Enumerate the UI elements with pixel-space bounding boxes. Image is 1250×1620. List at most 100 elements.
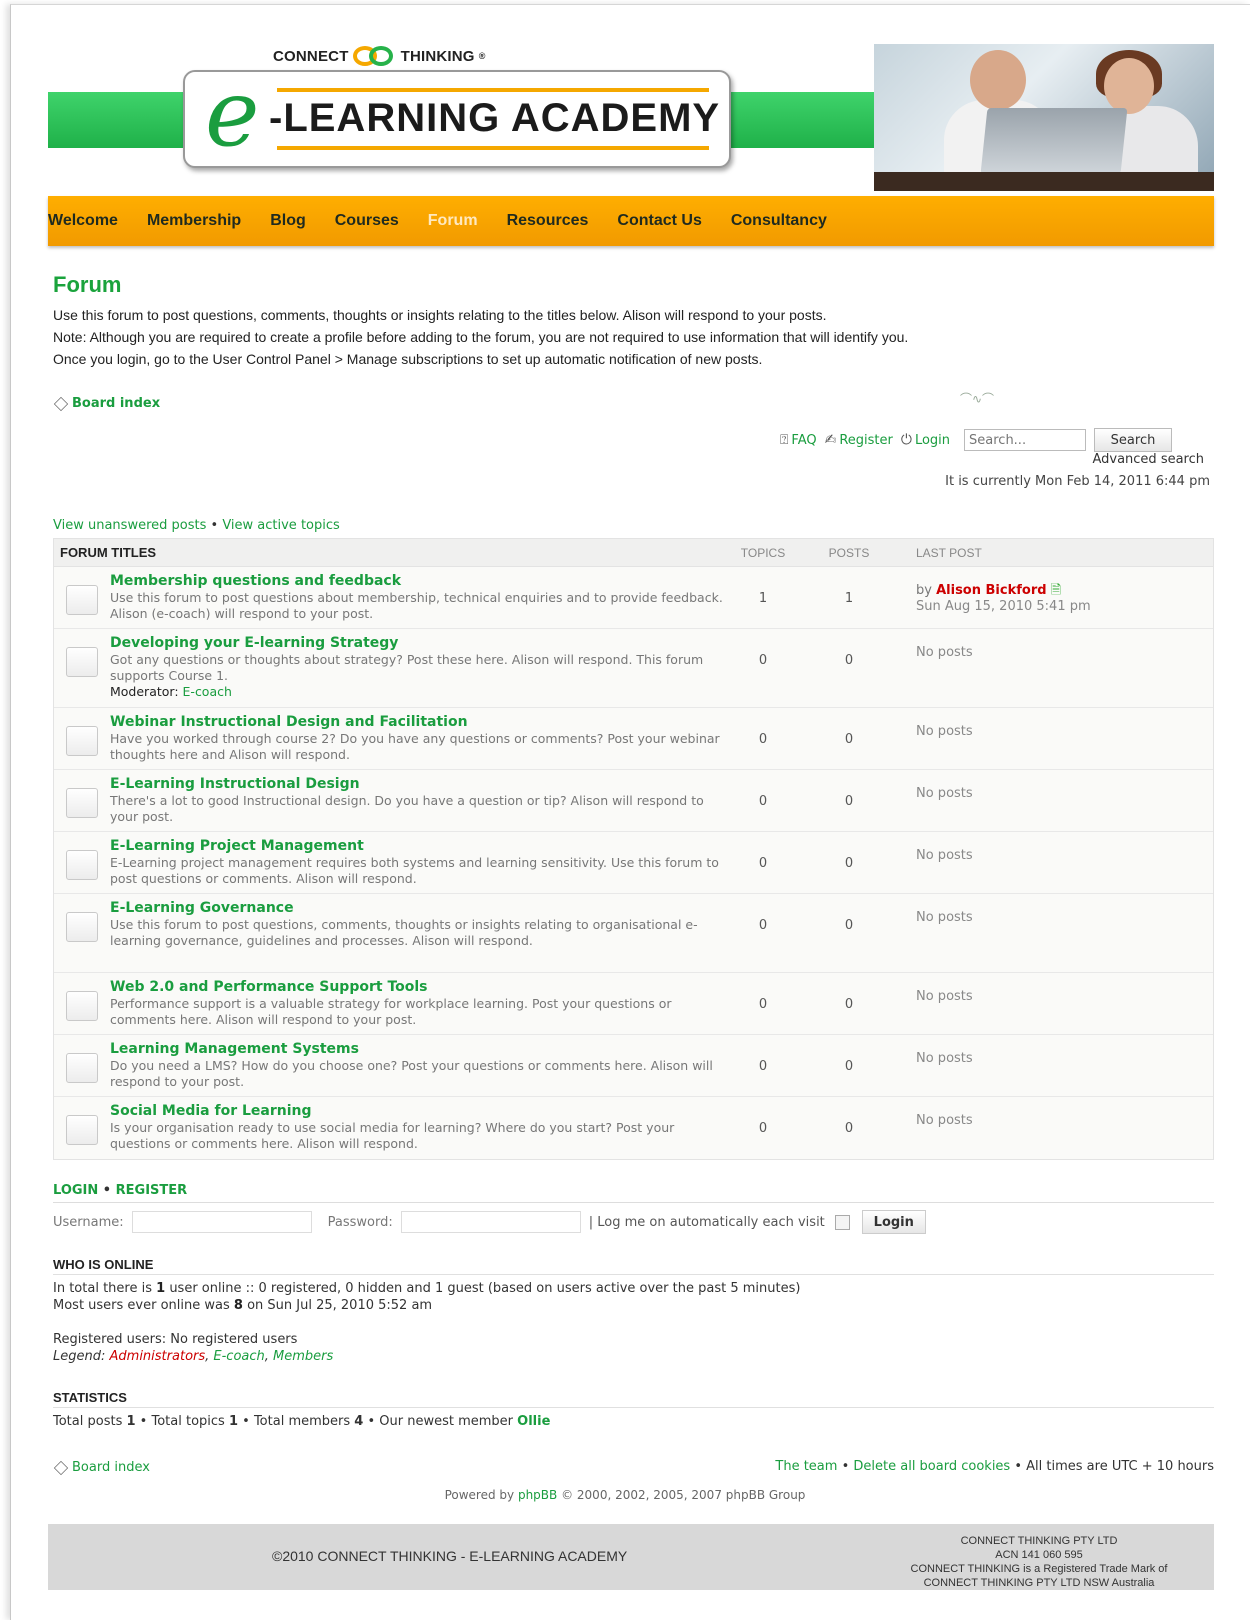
forum-last-post: No posts (916, 786, 973, 801)
forum-description: Use this forum to post questions, commen… (110, 917, 698, 948)
view-unanswered-link[interactable]: View unanswered posts (53, 518, 206, 533)
forum-last-post: by Alison Bickford 🗎 Sun Aug 15, 2010 5:… (896, 567, 1091, 628)
site-footer: ©2010 CONNECT THINKING - E-LEARNING ACAD… (48, 1524, 1214, 1590)
legend-ecoach[interactable]: E-coach (213, 1349, 264, 1364)
forum-last-post: No posts (916, 989, 973, 1004)
forum-description: Performance support is a valuable strate… (110, 996, 672, 1027)
brand-thinking: THINKING (400, 47, 475, 65)
site-logo[interactable]: e -LEARNING ACADEMY (183, 70, 731, 168)
forum-last-post: No posts (916, 724, 973, 739)
nav-blog[interactable]: Blog (270, 212, 306, 230)
search-button[interactable]: Search (1094, 428, 1173, 452)
forum-row: Webinar Instructional Design and Facilit… (54, 708, 1213, 770)
auto-login-label: | Log me on automatically each visit (588, 1214, 825, 1230)
forum-posts-count: 0 (844, 1121, 854, 1136)
username-input[interactable] (131, 1211, 312, 1233)
company-line: ACN 141 060 595 (995, 1549, 1083, 1561)
nav-membership[interactable]: Membership (147, 212, 241, 230)
legend-members[interactable]: Members (273, 1349, 333, 1364)
intro-line-3: Once you login, go to the User Control P… (53, 351, 763, 367)
forum-title-link[interactable]: Webinar Instructional Design and Facilit… (110, 714, 724, 731)
forum-last-post: No posts (916, 1113, 973, 1128)
forum-last-post: No posts (916, 910, 973, 925)
header-toplinks: ⍰ FAQ ✍ Register ⏻ Login Search (780, 428, 1173, 452)
nav-forum[interactable]: Forum (428, 212, 478, 230)
forum-description: Have you worked through course 2? Do you… (110, 731, 720, 762)
forum-title-link[interactable]: Web 2.0 and Performance Support Tools (110, 979, 724, 996)
footer-board-index-link[interactable]: Board index (53, 1460, 150, 1475)
nav-resources[interactable]: Resources (507, 212, 589, 230)
forum-topics-count: 0 (758, 794, 768, 809)
login-heading-link[interactable]: LOGIN (53, 1183, 98, 1198)
forum-posts-count: 1 (844, 591, 854, 606)
forum-title-link[interactable]: E-Learning Instructional Design (110, 776, 724, 793)
online-record-line: Most users ever online was 8 on Sun Jul … (53, 1297, 800, 1314)
header-last-post: LAST POST (916, 545, 982, 560)
forum-topics-count: 0 (758, 1059, 768, 1074)
logo-text: -LEARNING ACADEMY (269, 96, 721, 140)
auto-login-checkbox[interactable] (834, 1214, 850, 1230)
forum-last-post: No posts (916, 848, 973, 863)
login-link[interactable]: ⏻ Login (901, 432, 950, 448)
stat-members-label: Total members (253, 1414, 351, 1429)
last-post-date: Sun Aug 15, 2010 5:41 pm (916, 599, 1091, 614)
forum-title-link[interactable]: Membership questions and feedback (110, 573, 724, 590)
view-active-link[interactable]: View active topics (222, 518, 339, 533)
view-latest-post-icon[interactable]: 🗎 (1051, 583, 1061, 598)
team-link[interactable]: The team (775, 1459, 837, 1474)
legend-administrators[interactable]: Administrators (110, 1349, 206, 1364)
register-heading-link[interactable]: REGISTER (116, 1183, 188, 1198)
forum-title-link[interactable]: Developing your E-learning Strategy (110, 635, 724, 652)
forum-posts-count: 0 (844, 1059, 854, 1074)
forum-topics-count: 1 (758, 591, 768, 606)
register-link[interactable]: ✍ Register (825, 432, 893, 448)
forum-status-icon (66, 585, 98, 615)
nav-welcome[interactable]: Welcome (48, 212, 118, 230)
password-input[interactable] (400, 1211, 581, 1233)
forum-description: Do you need a LMS? How do you choose one… (110, 1058, 713, 1089)
forum-description: Use this forum to post questions about m… (110, 590, 723, 621)
company-line: CONNECT THINKING PTY LTD NSW Australia (923, 1577, 1155, 1589)
forum-title-link[interactable]: Learning Management Systems (110, 1041, 724, 1058)
search-input[interactable] (964, 429, 1087, 451)
nav-contact-us[interactable]: Contact Us (617, 212, 701, 230)
register-icon: ✍ (824, 432, 837, 448)
faq-label: FAQ (791, 432, 817, 448)
header-posts: POSTS (828, 545, 870, 560)
forum-row: E-Learning Project Management E-Learning… (54, 832, 1213, 894)
moderator-link[interactable]: E-coach (183, 684, 232, 699)
decorative-flourish-icon: ⌒∿⌒ (960, 392, 995, 406)
forum-posts-count: 0 (844, 997, 854, 1012)
view-links: View unanswered posts • View active topi… (53, 518, 340, 533)
delete-cookies-link[interactable]: Delete all board cookies (853, 1459, 1010, 1474)
forum-title-link[interactable]: E-Learning Project Management (110, 838, 724, 855)
forum-title-link[interactable]: E-Learning Governance (110, 900, 724, 917)
footer-links: The team • Delete all board cookies • Al… (775, 1459, 1214, 1474)
forum-status-icon (66, 788, 98, 818)
advanced-search-link[interactable]: Advanced search (1092, 452, 1204, 467)
forum-row: Membership questions and feedback Use th… (54, 567, 1213, 629)
page-title: Forum (53, 272, 122, 297)
footer-separator: • (1014, 1459, 1023, 1474)
forum-last-post: No posts (916, 1051, 973, 1066)
faq-link[interactable]: ⍰ FAQ (780, 432, 817, 448)
forum-posts-count: 0 (844, 653, 854, 668)
power-icon: ⏻ (900, 432, 912, 448)
header-photo (874, 44, 1214, 191)
register-label: Register (839, 432, 893, 448)
online-count: 1 (156, 1281, 166, 1296)
nav-consultancy[interactable]: Consultancy (731, 212, 827, 230)
forum-title-link[interactable]: Social Media for Learning (110, 1103, 724, 1120)
brand-connect: CONNECT (273, 47, 349, 65)
record-count: 8 (233, 1298, 243, 1313)
stat-posts-value: 1 (126, 1414, 136, 1429)
newest-member-link[interactable]: Ollie (517, 1414, 550, 1429)
login-button[interactable]: Login (861, 1210, 926, 1234)
forum-posts-count: 0 (844, 856, 854, 871)
password-label: Password: (327, 1214, 393, 1230)
nav-courses[interactable]: Courses (335, 212, 399, 230)
phpbb-link[interactable]: phpBB (518, 1488, 557, 1502)
forum-list: FORUM TITLES TOPICS POSTS LAST POST Memb… (53, 538, 1214, 1160)
last-post-author-link[interactable]: Alison Bickford (936, 583, 1046, 598)
board-index-link[interactable]: Board index (53, 396, 160, 411)
